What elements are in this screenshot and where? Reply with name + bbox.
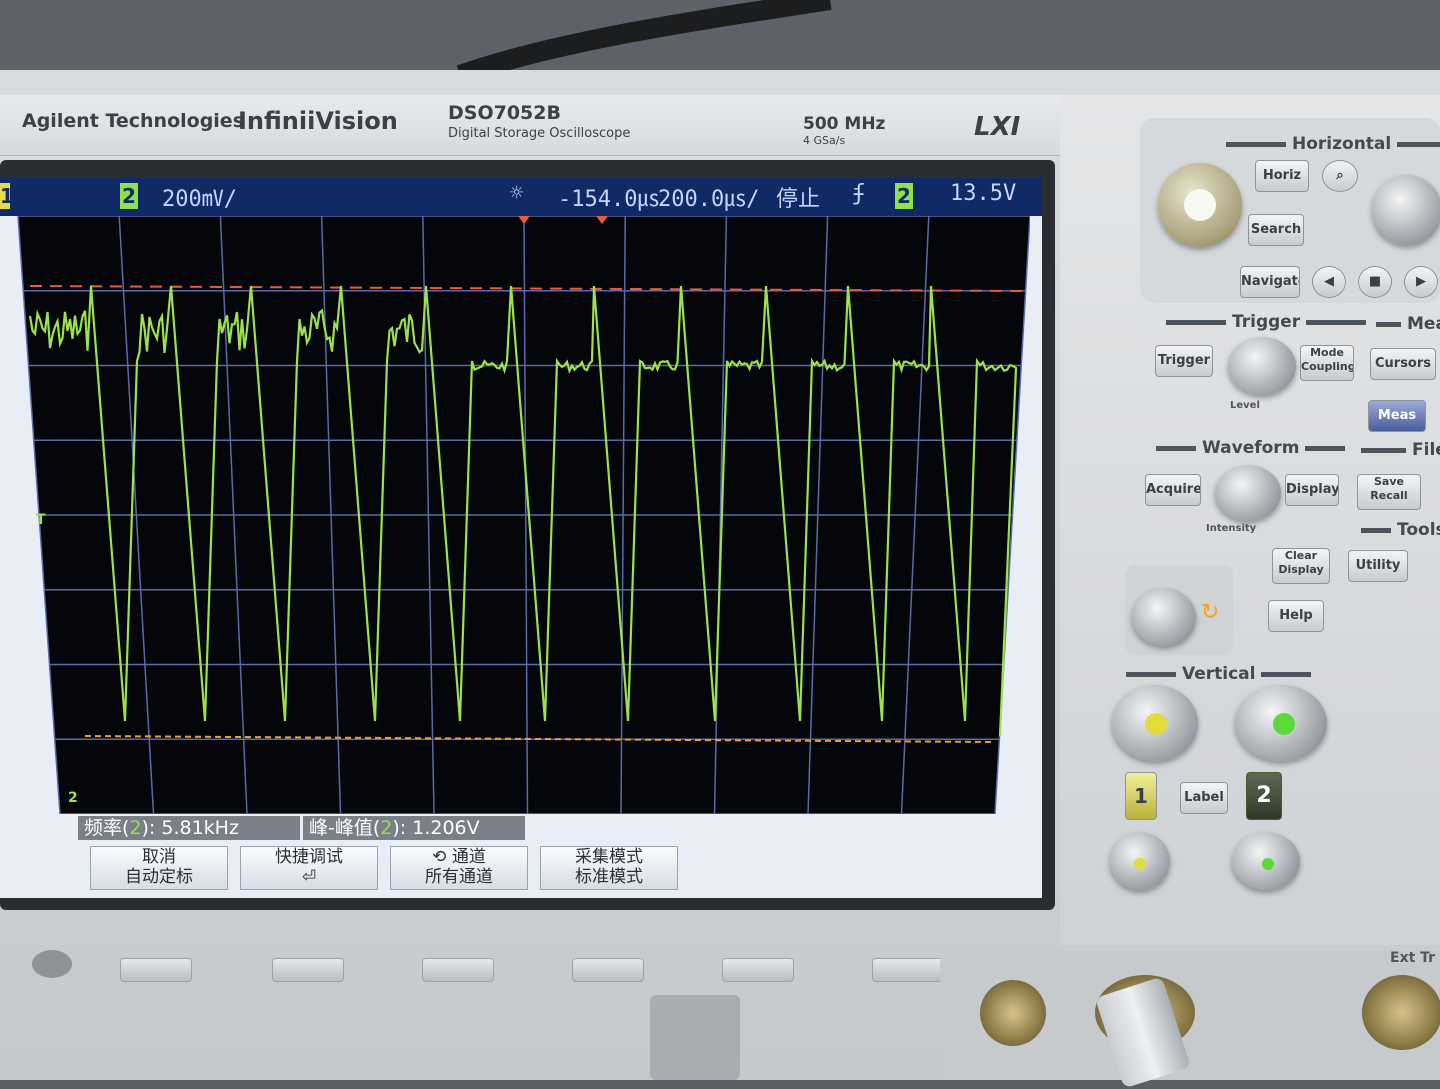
section-file: File xyxy=(1355,440,1440,460)
lxi-logo: LXI xyxy=(974,112,1021,142)
ch2-volts-knob[interactable] xyxy=(1235,685,1327,761)
usb-port xyxy=(650,995,740,1080)
ch1-volts-knob[interactable] xyxy=(1112,685,1198,761)
run-state: 停止 xyxy=(776,187,821,212)
section-tools: Tools xyxy=(1355,520,1440,540)
softkey-acquire-mode[interactable]: 采集模式 标准模式 xyxy=(540,846,678,890)
level-label: Level xyxy=(1230,400,1260,411)
entry-knob[interactable] xyxy=(1132,588,1196,646)
ch2-ground-marker: 2 xyxy=(68,790,78,806)
section-measure: Mea xyxy=(1370,314,1440,334)
trigger-level-knob[interactable] xyxy=(1228,337,1296,395)
bezel-softkey-5[interactable] xyxy=(722,958,794,982)
trigger-level-marker: T xyxy=(36,512,46,528)
sample-rate-label: 4 GSa/s xyxy=(803,134,846,147)
ch2-scale: 200㎷/ xyxy=(162,187,237,212)
trigger-button[interactable]: Trigger xyxy=(1155,345,1213,377)
power-button[interactable] xyxy=(32,950,72,978)
acquire-button[interactable]: Acquire xyxy=(1145,474,1201,506)
bezel-softkey-6[interactable] xyxy=(872,958,944,982)
save-recall-button[interactable]: Save Recall xyxy=(1357,474,1421,510)
section-horizontal: Horizontal xyxy=(1220,134,1440,154)
ch2-button[interactable]: 2 xyxy=(1246,772,1282,820)
entry-rotate-icon: ↻ xyxy=(1200,600,1220,625)
clear-display-button[interactable]: Clear Display xyxy=(1272,548,1330,584)
ch1-bnc-input xyxy=(980,980,1046,1046)
trigger-source: 2 xyxy=(895,183,913,209)
intensity-knob[interactable] xyxy=(1215,465,1281,521)
ext-trigger-bnc xyxy=(1362,975,1440,1050)
section-trigger: Trigger xyxy=(1160,312,1372,332)
model-description: Digital Storage Oscilloscope xyxy=(448,126,631,141)
section-vertical: Vertical xyxy=(1120,664,1317,684)
horizontal-position-knob[interactable] xyxy=(1372,175,1440,245)
measurement-peak-to-peak: 峰-峰值(2): 1.206V xyxy=(303,816,525,840)
ch1-indicator[interactable]: 1 xyxy=(0,183,14,209)
timebase-scale: 200.0㎲/ xyxy=(658,187,760,212)
bandwidth-label: 500 MHz xyxy=(803,114,886,134)
softkey-quick-debug[interactable]: 快捷调试 ⏎ xyxy=(240,846,378,890)
edge-icon: ʄ xyxy=(852,181,866,206)
mode-coupling-button[interactable]: Mode Coupling xyxy=(1300,345,1354,381)
trigger-icon: ☼ xyxy=(510,181,524,206)
softkey-cancel-autoscale[interactable]: 取消 自动定标 xyxy=(90,846,228,890)
bezel-softkey-1[interactable] xyxy=(120,958,192,982)
horizontal-scale-knob[interactable] xyxy=(1158,163,1242,247)
softkey-channels[interactable]: ⟲ 通道 所有通道 xyxy=(390,846,528,890)
utility-button[interactable]: Utility xyxy=(1348,550,1408,582)
time-delay: -154.0㎲ xyxy=(558,187,660,212)
measurement-frequency: 频率(2): 5.81kHz xyxy=(78,816,300,840)
ch2-indicator[interactable]: 2 xyxy=(120,183,138,209)
bezel-softkey-3[interactable] xyxy=(422,958,494,982)
section-waveform: Waveform xyxy=(1150,438,1351,458)
series-name: InfiniiVision xyxy=(238,107,398,135)
ch1-position-knob[interactable] xyxy=(1110,832,1170,890)
bezel-softkey-2[interactable] xyxy=(272,958,344,982)
zoom-icon[interactable]: ⌕ xyxy=(1322,160,1358,192)
model-number: DSO7052B xyxy=(448,102,561,124)
navigate-back-icon[interactable]: ◀ xyxy=(1312,266,1346,298)
horiz-button[interactable]: Horiz xyxy=(1255,160,1309,192)
ext-trigger-label: Ext Tr xyxy=(1390,950,1436,966)
help-button[interactable]: Help xyxy=(1268,600,1324,632)
ch1-button[interactable]: 1 xyxy=(1125,772,1157,820)
intensity-label: Intensity xyxy=(1206,523,1257,534)
trigger-level: 13.5V xyxy=(950,181,1017,206)
navigate-stop-icon[interactable]: ■ xyxy=(1358,266,1392,298)
bezel-softkey-4[interactable] xyxy=(572,958,644,982)
navigate-button[interactable]: Navigate xyxy=(1240,266,1300,298)
ch2-position-knob[interactable] xyxy=(1232,832,1300,890)
display-button[interactable]: Display xyxy=(1285,474,1339,506)
search-button[interactable]: Search xyxy=(1248,214,1304,246)
label-button[interactable]: Label xyxy=(1180,782,1228,814)
cursors-button[interactable]: Cursors xyxy=(1370,348,1436,380)
maker-logo: Agilent Technologies xyxy=(22,110,245,132)
meas-button[interactable]: Meas xyxy=(1368,400,1426,432)
waveform-display xyxy=(17,216,1030,814)
navigate-forward-icon[interactable]: ▶ xyxy=(1404,266,1438,298)
